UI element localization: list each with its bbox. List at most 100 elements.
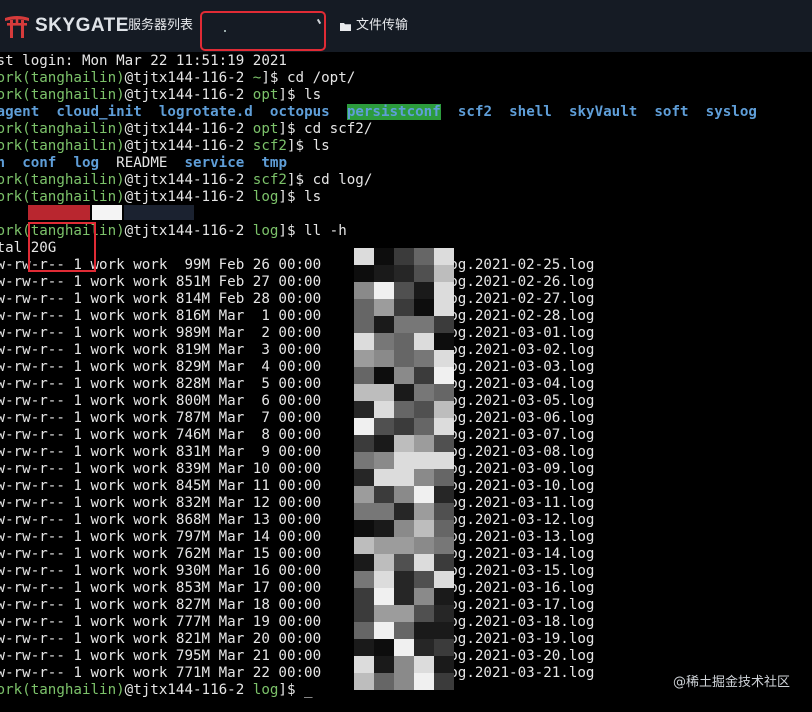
terminal-line: rw-rw-r-- 1 work work 989M Mar 2 00:00 .… [0,325,594,342]
pixel-block [434,248,454,265]
terminal-line: rw-rw-r-- 1 work work 795M Mar 21 00:00 … [0,648,594,665]
pixel-block [434,571,454,588]
pixel-block [354,537,374,554]
terminal-text: rw-rw-r-- 1 work work 827M Mar 18 00:00 [0,597,330,613]
terminal-text: rw-rw-r-- 1 work work 831M Mar 9 00:00 [0,444,330,460]
terminal-line: rw-rw-r-- 1 work work 831M Mar 9 00:00 .… [0,444,594,461]
pixel-block [414,282,434,299]
pixel-block [354,673,374,690]
terminal-text: .log.2021-02-25.log [432,257,595,273]
terminal-text: log [252,223,279,239]
pixel-block [374,503,394,520]
terminal-text: .log.2021-03-21.log [432,665,595,681]
tab-active-session[interactable] [200,11,326,51]
pixel-block [354,656,374,673]
pixel-block [414,486,434,503]
terminal-line: rw-rw-r-- 1 work work 797M Mar 14 00:00 … [0,529,594,546]
pixel-block [394,503,414,520]
pixel-block [354,384,374,401]
pixel-block [434,350,454,367]
terminal-text: work(tanghailin) [0,70,125,86]
pixel-block [414,316,434,333]
terminal-text: opt [252,87,279,103]
terminal-text: @tjtx144-116-2 [124,138,253,154]
terminal-text: rw-rw-r-- 1 work work 839M Mar 10 00:00 [0,461,330,477]
pixel-block [434,265,454,282]
terminal-text: work(tanghailin) [0,138,125,154]
pixel-block [414,248,434,265]
terminal-line: rw-rw-r-- 1 work work 814M Feb 28 00:00 … [0,291,594,308]
pixel-block [354,316,374,333]
pixel-block [354,248,374,265]
pixel-block [354,265,374,282]
pixel-block [414,605,434,622]
terminal-text: 8agent [0,104,40,120]
pixel-block [394,282,414,299]
pixel-block [394,452,414,469]
terminal-text: ]$ cd log/ [286,172,373,188]
pixel-block [434,452,454,469]
terminal-line: rw-rw-r-- 1 work work 832M Mar 12 00:00 … [0,495,594,512]
pixel-block [434,367,454,384]
tab-server-list[interactable]: 服务器列表 [128,15,193,37]
pixel-block [374,588,394,605]
pixel-block [434,282,454,299]
pixel-block [354,503,374,520]
pixel-block [374,537,394,554]
pixel-block [414,367,434,384]
terminal-text: @tjtx144-116-2 [124,223,253,239]
terminal-text: ]$ ls [278,87,322,103]
pixel-block [394,248,414,265]
pixel-block [354,333,374,350]
pixel-block [394,571,414,588]
terminal-text: .log.2021-03-18.log [432,614,595,630]
pixel-block [354,350,374,367]
pixel-block [354,639,374,656]
pixel-block [374,622,394,639]
pixel-block [414,401,434,418]
terminal-text: @tjtx144-116-2 [124,87,253,103]
terminal-text: rw-rw-r-- 1 work work 814M Feb 28 00:00 [0,291,330,307]
terminal-text: rw-rw-r-- 1 work work 800M Mar 6 00:00 [0,393,330,409]
terminal-line: rw-rw-r-- 1 work work 771M Mar 22 00:00 … [0,665,594,682]
terminal-text: shell [509,104,552,120]
pixel-block [374,333,394,350]
terminal-text: log [73,155,100,171]
pixel-block [374,469,394,486]
pixel-block [434,520,454,537]
terminal-line: work(tanghailin)@tjtx144-116-2 scf2]$ cd… [0,172,372,189]
pixel-block [434,503,454,520]
pixel-block [414,673,434,690]
pixel-block [374,452,394,469]
terminal-text: logrotate.d [158,104,253,120]
pixel-block [394,486,414,503]
terminal-line: rw-rw-r-- 1 work work 746M Mar 8 00:00 .… [0,427,594,444]
terminal-text: scf2 [252,172,287,188]
terminal-line: work(tanghailin)@tjtx144-116-2 ~]$ cd /o… [0,70,355,87]
pixel-block [434,605,454,622]
terminal-text: .log.2021-03-15.log [432,563,595,579]
pixel-block [354,554,374,571]
pixel-block [434,537,454,554]
terminal-text: .log.2021-03-17.log [432,597,595,613]
pixel-block [394,656,414,673]
terminal-text: octopus [269,104,330,120]
tab-file-transfer[interactable]: 文件传输 [340,15,408,37]
pixel-block [414,554,434,571]
pixel-block [374,367,394,384]
terminal-text: rw-rw-r-- 1 work work 930M Mar 16 00:00 [0,563,330,579]
pixel-block [374,639,394,656]
pixel-block [374,248,394,265]
pixel-block [354,435,374,452]
terminal-text: .log.2021-03-06.log [432,410,595,426]
terminal-text: skyVault [568,104,638,120]
pixel-block [414,418,434,435]
terminal-text: persistconf [346,104,441,120]
close-tick-icon[interactable] [316,18,322,25]
pixel-block [374,520,394,537]
terminal-text: rw-rw-r-- 1 work work 821M Mar 20 00:00 [0,631,330,647]
